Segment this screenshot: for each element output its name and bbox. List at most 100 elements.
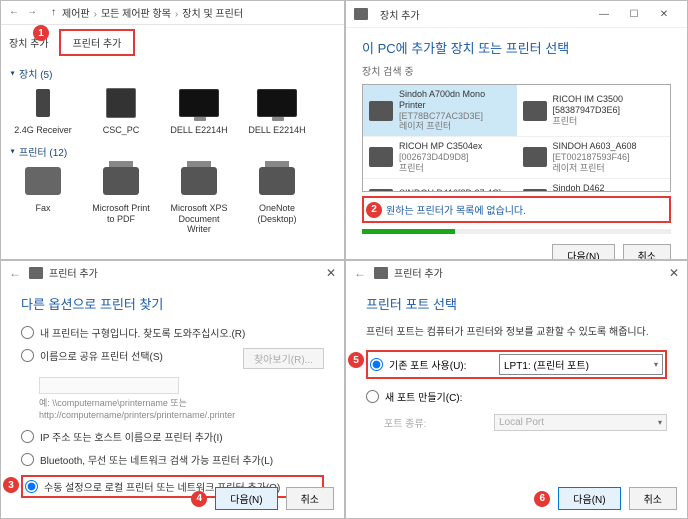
radio-option[interactable]: IP 주소 또는 호스트 이름으로 프린터 추가(I)	[21, 429, 324, 444]
breadcrumb[interactable]: 제어판›모든 제어판 항목›장치 및 프린터	[62, 5, 243, 20]
printer-list-item[interactable]: RICOH IM C3500 [58387947D3E6]프린터	[517, 85, 671, 137]
toolbar: 장치 추가 프린터 추가	[1, 25, 344, 60]
printer-sub: 프린터	[553, 116, 665, 127]
next-button[interactable]: 다음(N)	[552, 244, 614, 260]
dialog-body: 프린터 포트 선택 프린터 포트는 컴퓨터가 프린터와 정보를 교환할 수 있도…	[346, 284, 687, 451]
printers-group-label[interactable]: 프린터 (12)	[11, 144, 334, 159]
radio-option[interactable]: Bluetooth, 무선 또는 네트워크 검색 가능 프린터 추가(L)	[21, 452, 324, 467]
browse-button: 찾아보기(R)...	[243, 348, 324, 369]
device-label: 2.4G Receiver	[14, 125, 72, 136]
printer-item[interactable]: Microsoft XPS Document Writer	[167, 163, 231, 235]
missing-printer-link[interactable]: 원하는 프린터가 목록에 없습니다.	[382, 200, 530, 219]
devices-group-label[interactable]: 장치 (5)	[11, 66, 334, 81]
printer-icon	[374, 267, 388, 279]
label-use-existing: 기존 포트 사용(U):	[389, 357, 499, 372]
radio-label: Bluetooth, 무선 또는 네트워크 검색 가능 프린터 추가(L)	[40, 452, 273, 467]
cancel-button[interactable]: 취소	[286, 487, 334, 510]
maximize-button[interactable]: ☐	[619, 5, 649, 23]
missing-printer-row: 2 원하는 프린터가 목록에 없습니다.	[362, 196, 671, 223]
device-item[interactable]: DELL E2214H	[167, 85, 231, 136]
radio-use-existing[interactable]	[370, 358, 383, 371]
device-label: DELL E2214H	[170, 125, 227, 136]
button-row: 다음(N) 취소	[362, 244, 671, 260]
radio-label: IP 주소 또는 호스트 이름으로 프린터 추가(I)	[40, 429, 223, 444]
printer-sub: 레이저 프린터	[553, 163, 637, 174]
radio-input[interactable]	[25, 480, 38, 493]
device-item[interactable]: DELL E2214H	[245, 85, 309, 136]
window-title: 장치 추가	[380, 7, 420, 22]
window-title: 프린터 추가	[49, 265, 98, 280]
device-item[interactable]: 2.4G Receiver	[11, 85, 75, 136]
back-icon[interactable]: ←	[9, 266, 21, 280]
panel-devices-printers: ← → 1 ↑ 제어판›모든 제어판 항목›장치 및 프린터 장치 추가 프린터…	[0, 0, 345, 260]
radio-input[interactable]	[21, 430, 34, 443]
add-printer-link[interactable]: 프린터 추가	[59, 29, 136, 56]
close-button[interactable]: ✕	[649, 5, 679, 23]
radio-group: 내 프린터는 구형입니다. 찾도록 도와주십시오.(R) 이름으로 공유 프린터…	[21, 325, 324, 498]
printer-list-item[interactable]: RICOH MP C3504ex[002673D4D9D8]프린터	[363, 137, 517, 178]
annotation-6: 6	[534, 491, 550, 507]
printer-sub: 프린터	[399, 163, 482, 174]
back-icon[interactable]: ←	[9, 6, 23, 20]
combo-value: LPT1: (프린터 포트)	[504, 357, 589, 372]
radio-label: 내 프린터는 구형입니다. 찾도록 도와주십시오.(R)	[40, 325, 245, 340]
titlebar: ← 프린터 추가 ✕	[346, 261, 687, 284]
printer-sub: [ET002187593F46]	[553, 152, 637, 163]
back-icon[interactable]: ←	[354, 266, 366, 280]
minimize-button[interactable]: —	[589, 5, 619, 23]
next-button[interactable]: 다음(N)	[558, 487, 620, 510]
titlebar: ← 프린터 추가 ✕	[1, 261, 344, 284]
close-button[interactable]: ✕	[669, 266, 679, 280]
device-item[interactable]: CSC_PC	[89, 85, 153, 136]
radio-input[interactable]	[21, 326, 34, 339]
crumb-2[interactable]: 모든 제어판 항목	[101, 9, 171, 20]
radio-new-port[interactable]	[366, 390, 379, 403]
printer-icon	[369, 101, 393, 121]
cancel-button[interactable]: 취소	[629, 487, 677, 510]
next-button[interactable]: 다음(N)	[215, 487, 277, 510]
printer-name: SINDOH A603_A608	[553, 141, 637, 152]
up-icon[interactable]: ↑	[51, 7, 56, 18]
printer-icon	[29, 267, 43, 279]
radio-option[interactable]: 이름으로 공유 프린터 선택(S) 찾아보기(R)...	[21, 348, 324, 369]
printer-list-item[interactable]: Sindoh D462 [58387968C2C1]프린터	[517, 179, 671, 192]
forward-icon[interactable]: →	[27, 6, 41, 20]
printer-list-item[interactable]: Sindoh A700dn Mono Printer[ET78BC77AC3D3…	[363, 85, 517, 137]
existing-port-row: 5 기존 포트 사용(U): LPT1: (프린터 포트) ▾	[366, 350, 667, 379]
printer-icon	[369, 189, 393, 192]
port-combo[interactable]: LPT1: (프린터 포트) ▾	[499, 354, 663, 375]
close-button[interactable]: ✕	[326, 266, 336, 280]
printer-item[interactable]: Fax	[11, 163, 75, 235]
annotation-4: 4	[191, 491, 207, 507]
hint-text: 예: \\computername\printername 또는 http://…	[39, 398, 324, 421]
printer-icon	[523, 147, 547, 167]
printer-list[interactable]: Sindoh A700dn Mono Printer[ET78BC77AC3D3…	[362, 84, 671, 192]
radio-input[interactable]	[21, 453, 34, 466]
chevron-down-icon: ▾	[658, 418, 662, 427]
dialog-subtitle: 장치 검색 중	[362, 63, 671, 78]
radio-option[interactable]: 내 프린터는 구형입니다. 찾도록 도와주십시오.(R)	[21, 325, 324, 340]
crumb-3[interactable]: 장치 및 프린터	[182, 9, 243, 20]
printer-icon	[523, 101, 547, 121]
printer-list-item[interactable]: SINDOH D410[8D:27:4C]프린터	[363, 179, 517, 192]
annotation-1: 1	[33, 25, 49, 41]
printer-list-item[interactable]: SINDOH A603_A608[ET002187593F46]레이저 프린터	[517, 137, 671, 178]
port-type-combo: Local Port ▾	[494, 414, 667, 431]
printer-sub: 레이저 프린터	[399, 121, 511, 132]
cancel-button[interactable]: 취소	[623, 244, 671, 260]
radio-input[interactable]	[21, 349, 34, 362]
printer-item[interactable]: OneNote (Desktop)	[245, 163, 309, 235]
printer-name: RICOH MP C3504ex	[399, 141, 482, 152]
printer-icon	[354, 8, 368, 20]
dialog-body: 이 PC에 추가할 장치 또는 프린터 선택 장치 검색 중 Sindoh A7…	[346, 28, 687, 260]
window-title: 프린터 추가	[394, 265, 443, 280]
printer-sub: [002673D4D9D8]	[399, 152, 482, 163]
printer-name: Sindoh A700dn Mono Printer	[399, 89, 511, 111]
devices-row: 2.4G Receiver CSC_PC DELL E2214H DELL E2…	[11, 85, 334, 136]
crumb-1[interactable]: 제어판	[62, 9, 90, 20]
dialog-body: 다른 옵션으로 프린터 찾기 내 프린터는 구형입니다. 찾도록 도와주십시오.…	[1, 284, 344, 508]
printer-item[interactable]: Microsoft Print to PDF	[89, 163, 153, 235]
printer-icon	[523, 189, 547, 192]
device-label: Fax	[35, 203, 50, 214]
device-label: CSC_PC	[103, 125, 140, 136]
